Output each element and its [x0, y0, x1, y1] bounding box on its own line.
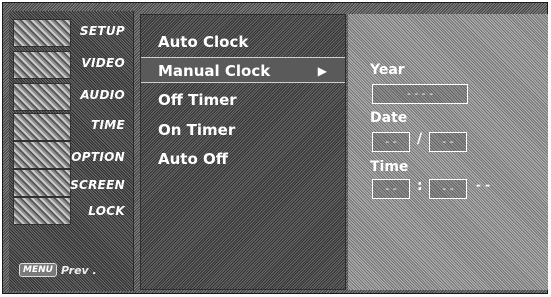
time-label: Time: [370, 159, 409, 175]
manual-clock-panel: Year - - - - Date - - / - - Time - - : -…: [348, 14, 548, 290]
menu-item-auto-clock[interactable]: Auto Clock: [141, 29, 345, 55]
year-field[interactable]: - - - -: [372, 84, 468, 104]
sidebar-item-audio[interactable]: AUDIO: [13, 81, 131, 109]
time-hour-field[interactable]: - -: [372, 179, 410, 199]
sidebar-item-video[interactable]: VIDEO: [13, 49, 131, 77]
date-month-field[interactable]: - -: [372, 132, 410, 152]
menu-key-icon: MENU: [19, 263, 57, 277]
right-triangle-icon: ▶: [317, 64, 327, 78]
time-ampm[interactable]: - -: [476, 178, 490, 192]
menu-item-on-timer[interactable]: On Timer: [141, 117, 345, 143]
time-minute-field[interactable]: - -: [429, 179, 467, 199]
prev-hint[interactable]: MENU Prev .: [19, 263, 97, 277]
menu-item-auto-off[interactable]: Auto Off: [141, 146, 345, 172]
sidebar: SETUP VIDEO AUDIO TIME OPTION SCREEN LOC…: [9, 11, 134, 291]
menu-item-manual-clock[interactable]: Manual Clock ▶: [141, 57, 345, 83]
sidebar-item-screen[interactable]: SCREEN: [13, 171, 131, 199]
osd-frame: SETUP VIDEO AUDIO TIME OPTION SCREEN LOC…: [2, 2, 548, 294]
date-separator: /: [417, 131, 423, 147]
menu-item-label: Manual Clock: [158, 62, 271, 80]
sidebar-item-lock[interactable]: LOCK: [13, 197, 131, 225]
date-day-field[interactable]: - -: [429, 132, 467, 152]
date-label: Date: [370, 110, 408, 126]
time-separator: :: [417, 178, 423, 194]
menu-item-off-timer[interactable]: Off Timer: [141, 87, 345, 113]
sidebar-item-setup[interactable]: SETUP: [13, 17, 131, 45]
year-label: Year: [370, 62, 405, 78]
sidebar-item-time[interactable]: TIME: [13, 111, 131, 139]
prev-label: Prev .: [60, 263, 97, 277]
sidebar-item-option[interactable]: OPTION: [13, 143, 131, 171]
time-submenu: Auto Clock Manual Clock ▶ Off Timer On T…: [140, 14, 346, 290]
